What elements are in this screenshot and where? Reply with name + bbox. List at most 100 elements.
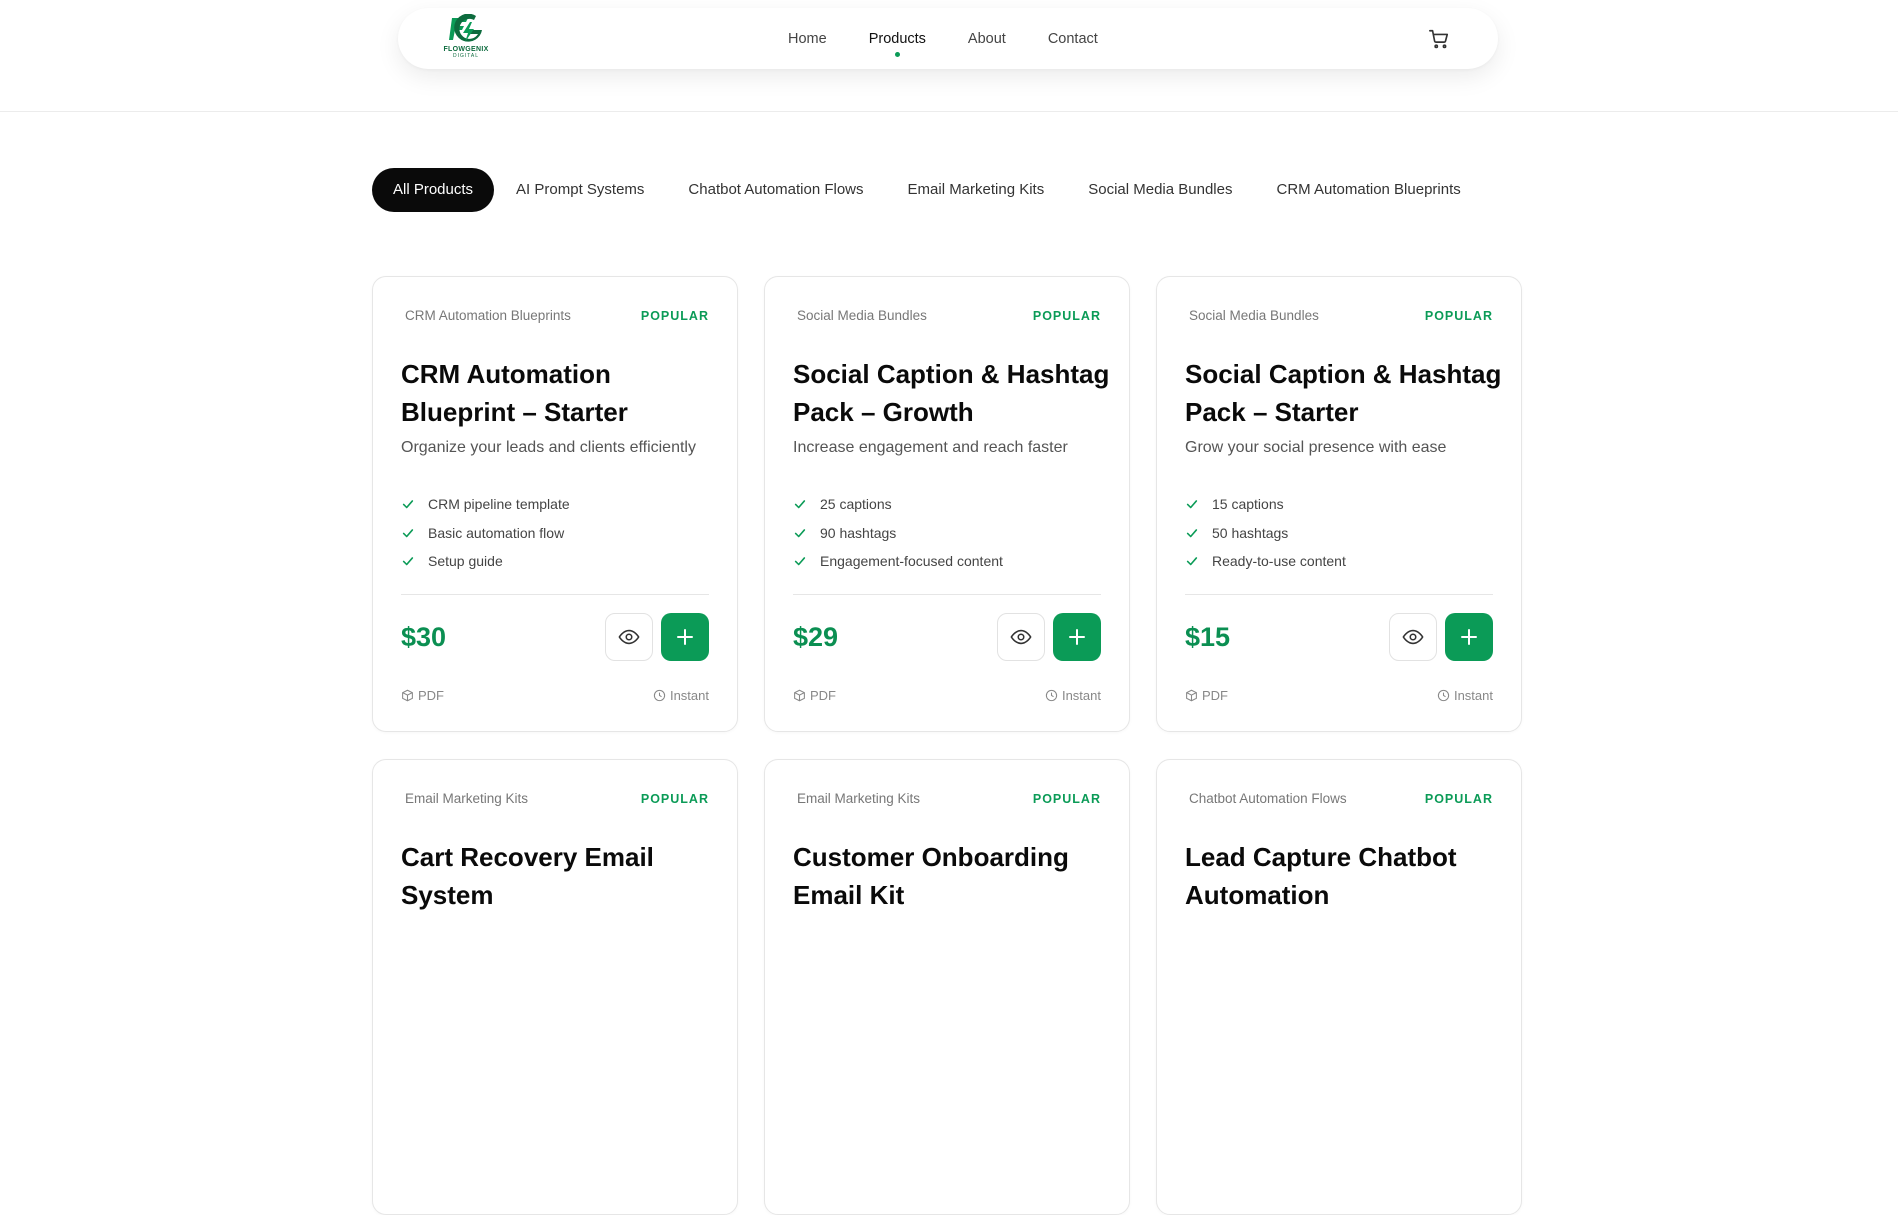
clock-icon [1437,689,1450,702]
product-category: Email Marketing Kits [797,791,921,806]
category-filters: All Products AI Prompt Systems Chatbot A… [372,168,1483,212]
plus-icon [677,629,693,645]
format-label: PDF [810,688,836,703]
product-category: CRM Automation Blueprints [405,308,571,323]
eye-icon [1010,629,1032,645]
check-icon [1186,500,1198,509]
filter-crm-automation-blueprints[interactable]: CRM Automation Blueprints [1255,168,1483,212]
package-icon [794,689,805,702]
product-title[interactable]: Social Caption & Hashtag Pack – Growth [793,355,1113,431]
feature-item: Setup guide [401,547,570,576]
feature-text: Basic automation flow [428,524,565,541]
filter-all-products[interactable]: All Products [372,168,495,212]
product-card[interactable]: Social Media Bundles POPULAR Social Capt… [1156,276,1522,732]
product-title[interactable]: Cart Recovery Email System [401,838,721,914]
plus-icon [1069,629,1085,645]
popular-badge: POPULAR [640,309,709,323]
popular-badge: POPULAR [1032,792,1101,806]
filter-social-media-bundles[interactable]: Social Media Bundles [1066,168,1254,212]
format-label: PDF [418,688,444,703]
product-card[interactable]: CRM Automation Blueprints POPULAR CRM Au… [372,276,738,732]
feature-list: CRM pipeline template Basic automation f… [401,490,570,576]
brand-name: FLOWGENIX [443,46,489,53]
add-to-cart-button[interactable] [1445,613,1493,661]
card-divider [401,594,709,595]
format-info: PDF [401,688,444,703]
delivery-info: Instant [1437,688,1493,703]
nav-about[interactable]: About [968,31,1006,47]
flowgenix-logo-icon [449,14,482,42]
product-title[interactable]: Lead Capture Chatbot Automation [1185,838,1505,914]
check-icon [402,557,414,566]
check-icon [794,557,806,566]
delivery-info: Instant [653,688,709,703]
brand-logo[interactable]: FLOWGENIX DIGITAL [438,14,494,64]
view-product-button[interactable] [1389,613,1437,661]
brand-tagline: DIGITAL [452,53,480,59]
feature-item: 90 hashtags [793,519,1003,548]
card-divider [1185,594,1493,595]
delivery-label: Instant [1453,688,1493,703]
feature-item: 15 captions [1185,490,1346,519]
check-icon [794,500,806,509]
feature-text: 90 hashtags [820,524,897,541]
clock-icon [1045,689,1058,702]
product-card[interactable]: Email Marketing Kits POPULAR Customer On… [764,759,1130,1215]
product-price: $15 [1185,622,1231,652]
feature-text: Setup guide [428,553,503,570]
product-price: $29 [793,622,839,652]
nav-products[interactable]: Products [869,31,926,57]
product-category: Chatbot Automation Flows [1189,791,1347,806]
filter-email-marketing-kits[interactable]: Email Marketing Kits [886,168,1067,212]
popular-badge: POPULAR [1424,309,1493,323]
nav-home[interactable]: Home [788,31,827,47]
package-icon [402,689,413,702]
cart-icon[interactable] [1428,28,1450,50]
popular-badge: POPULAR [1032,309,1101,323]
format-label: PDF [1202,688,1228,703]
check-icon [1186,528,1198,538]
check-icon [794,528,806,538]
product-title[interactable]: Customer Onboarding Email Kit [793,838,1113,914]
card-divider [793,594,1101,595]
feature-item: CRM pipeline template [401,490,570,519]
product-card[interactable]: Chatbot Automation Flows POPULAR Lead Ca… [1156,759,1522,1215]
view-product-button[interactable] [997,613,1045,661]
plus-icon [1461,629,1477,645]
product-subtitle: Organize your leads and clients efficien… [401,439,696,456]
nav-links: Home Products About Contact [788,8,1098,69]
popular-badge: POPULAR [640,792,709,806]
add-to-cart-button[interactable] [1053,613,1101,661]
product-subtitle: Grow your social presence with ease [1185,439,1447,456]
filter-chatbot-automation-flows[interactable]: Chatbot Automation Flows [666,168,885,212]
format-info: PDF [793,688,836,703]
delivery-info: Instant [1045,688,1101,703]
feature-text: 25 captions [820,496,892,513]
feature-text: CRM pipeline template [428,496,570,513]
product-card[interactable]: Email Marketing Kits POPULAR Cart Recove… [372,759,738,1215]
add-to-cart-button[interactable] [661,613,709,661]
product-category: Email Marketing Kits [405,791,529,806]
feature-text: 50 hashtags [1212,524,1289,541]
product-card[interactable]: Social Media Bundles POPULAR Social Capt… [764,276,1130,732]
header-divider [0,111,1898,112]
nav-contact[interactable]: Contact [1048,31,1098,47]
eye-icon [1402,629,1424,645]
popular-badge: POPULAR [1424,792,1493,806]
product-price: $30 [401,622,447,652]
feature-item: Engagement-focused content [793,547,1003,576]
feature-item: 50 hashtags [1185,519,1346,548]
feature-list: 15 captions 50 hashtags Ready-to-use con… [1185,490,1346,576]
feature-text: Ready-to-use content [1212,553,1346,570]
product-category: Social Media Bundles [797,308,927,323]
feature-item: 25 captions [793,490,1003,519]
check-icon [402,500,414,509]
product-title[interactable]: Social Caption & Hashtag Pack – Starter [1185,355,1505,431]
check-icon [1186,557,1198,566]
delivery-label: Instant [1061,688,1101,703]
product-title[interactable]: CRM Automation Blueprint – Starter [401,355,721,431]
view-product-button[interactable] [605,613,653,661]
check-icon [402,528,414,538]
filter-ai-prompt-systems[interactable]: AI Prompt Systems [494,168,666,212]
format-info: PDF [1185,688,1228,703]
